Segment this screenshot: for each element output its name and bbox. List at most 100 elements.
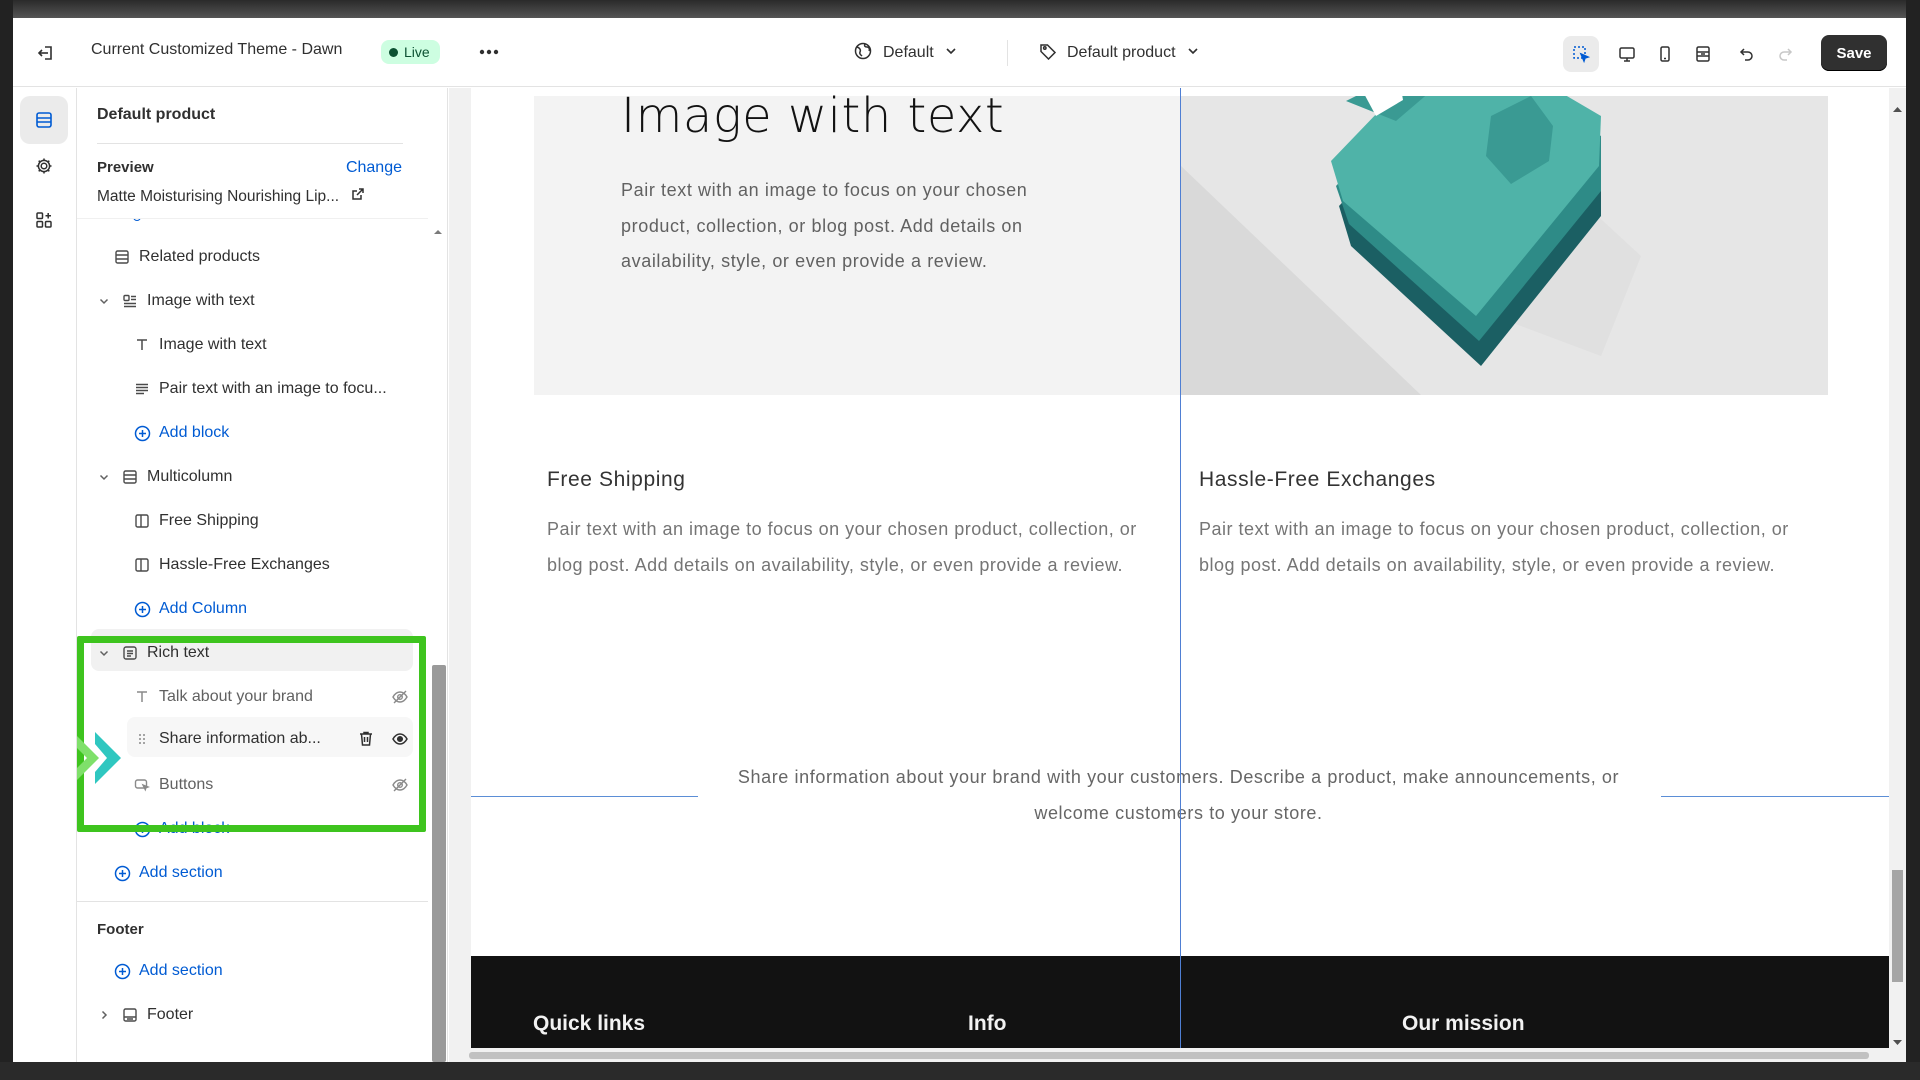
live-dot-icon xyxy=(389,47,398,57)
full-width-icon[interactable] xyxy=(1685,36,1721,72)
desktop-icon[interactable] xyxy=(1609,36,1645,72)
eye-icon[interactable] xyxy=(391,730,409,753)
trash-icon[interactable] xyxy=(358,730,374,753)
eye-off-icon[interactable] xyxy=(391,688,409,711)
window-frame-left xyxy=(0,0,13,1080)
chevron-right-icon[interactable] xyxy=(97,1008,111,1022)
plus-circle-icon xyxy=(133,600,151,618)
sections-icon[interactable] xyxy=(20,96,68,144)
globe-icon xyxy=(853,41,873,66)
text-icon xyxy=(133,336,151,354)
eye-off-icon[interactable] xyxy=(391,776,409,799)
image-with-text-heading: Image with text xyxy=(621,88,1005,144)
column-free-shipping[interactable]: Free Shipping xyxy=(133,503,259,539)
gear-icon[interactable] xyxy=(20,142,68,190)
chevron-down-icon[interactable] xyxy=(97,470,111,484)
scroll-up-arrow-icon[interactable] xyxy=(431,224,445,234)
redo-icon[interactable] xyxy=(1767,36,1803,72)
scroll-down-arrow-icon[interactable] xyxy=(1892,1034,1903,1052)
inspector-icon[interactable] xyxy=(1563,36,1599,72)
footer-group-heading: Footer xyxy=(97,921,144,938)
rich-text-guide-left xyxy=(471,796,698,797)
block-label: Share information ab... xyxy=(159,730,321,747)
multicolumn-body-2: Pair text with an image to focus on your… xyxy=(1199,519,1789,575)
window-frame-bottom xyxy=(0,1062,1920,1080)
block-label: Buttons xyxy=(159,776,214,793)
group-divider xyxy=(77,901,428,902)
window-frame-top xyxy=(0,0,1920,18)
block-label: Image with text xyxy=(159,336,267,353)
column-icon xyxy=(133,556,151,574)
undo-icon[interactable] xyxy=(1729,36,1765,72)
save-button[interactable]: Save xyxy=(1821,35,1887,71)
sidebar-divider xyxy=(97,143,403,144)
section-multicolumn[interactable]: Multicolumn xyxy=(97,459,232,495)
footer-section-icon xyxy=(121,1006,139,1024)
add-block-button[interactable]: Add block xyxy=(133,415,229,451)
image-with-text-body: Pair text with an image to focus on your… xyxy=(621,180,1028,271)
paragraph-icon xyxy=(133,380,151,398)
theme-title: Current Customized Theme - Dawn xyxy=(91,41,343,58)
theme-selector[interactable]: Default xyxy=(853,38,958,68)
preview-horizontal-scrollbar-thumb[interactable] xyxy=(469,1052,1869,1059)
change-preview-link[interactable]: Change xyxy=(346,159,402,177)
column-label: Free Shipping xyxy=(159,512,259,529)
plus-circle-icon xyxy=(133,820,151,838)
multicolumn-body-1: Pair text with an image to focus on your… xyxy=(547,519,1137,575)
add-section-button[interactable]: Add section xyxy=(113,855,223,891)
app-embeds-icon[interactable] xyxy=(20,196,68,244)
section-icon xyxy=(113,248,131,266)
text-icon xyxy=(133,688,151,706)
exit-icon[interactable] xyxy=(33,40,59,66)
section-related-products[interactable]: Related products xyxy=(113,239,260,275)
section-image-with-text[interactable]: Image with text xyxy=(97,283,255,319)
block-share-information[interactable]: Share information ab... xyxy=(133,721,413,757)
image-with-text-image[interactable] xyxy=(1181,96,1828,395)
section-label: Footer xyxy=(147,1006,194,1023)
section-footer[interactable]: Footer xyxy=(97,997,193,1033)
rich-text-body[interactable]: Share information about your brand with … xyxy=(701,760,1656,831)
more-actions-icon[interactable] xyxy=(475,38,503,66)
tag-icon xyxy=(1039,42,1057,65)
window-frame-right xyxy=(1906,0,1920,1080)
chevron-down-icon[interactable] xyxy=(97,294,111,308)
add-column-button[interactable]: Add Column xyxy=(133,591,247,627)
plus-circle-icon xyxy=(113,962,131,980)
sidebar-scrollbar-thumb[interactable] xyxy=(432,665,446,1062)
preview-scrollbar-thumb[interactable] xyxy=(1892,870,1903,982)
chevron-down-icon[interactable] xyxy=(97,646,111,660)
toolbar-divider xyxy=(1007,40,1008,66)
template-selector[interactable]: Default product xyxy=(1039,38,1200,68)
sections-sidebar: Default product Preview Change Matte Moi… xyxy=(77,88,448,1062)
icon-rail xyxy=(13,88,77,1062)
preview-label: Preview xyxy=(97,159,154,176)
add-section-label: Add section xyxy=(139,864,223,881)
scroll-up-arrow-icon[interactable] xyxy=(1892,100,1903,118)
external-link-icon[interactable] xyxy=(351,187,365,206)
multicolumn-title-2: Hassle-Free Exchanges xyxy=(1199,468,1436,491)
add-block-label: Add block xyxy=(159,820,230,837)
preview-product-name: Matte Moisturising Nourishing Lip... xyxy=(97,187,340,205)
rich-text-guide-right xyxy=(1661,796,1889,797)
storefront-preview: Image with text Pair text with an image … xyxy=(471,88,1889,1062)
section-tree: Related products Image with text Image w… xyxy=(77,218,428,1062)
footer-col-info: Info xyxy=(968,1012,1007,1035)
section-label: Image with text xyxy=(147,292,255,309)
block-talk-about-brand[interactable]: Talk about your brand xyxy=(133,679,413,715)
preview-canvas: Image with text Pair text with an image … xyxy=(449,88,1906,1062)
block-heading[interactable]: Image with text xyxy=(133,327,267,363)
column-hassle-free-exchanges[interactable]: Hassle-Free Exchanges xyxy=(133,547,330,583)
column-label: Hassle-Free Exchanges xyxy=(159,556,330,573)
theme-selector-label: Default xyxy=(883,44,934,61)
mobile-icon[interactable] xyxy=(1647,36,1683,72)
top-bar: Current Customized Theme - Dawn Live Def… xyxy=(13,18,1906,87)
plus-circle-icon xyxy=(133,424,151,442)
preview-tools xyxy=(1563,35,1803,73)
block-buttons[interactable]: Buttons xyxy=(133,767,413,803)
template-selector-label: Default product xyxy=(1067,44,1176,61)
live-badge-label: Live xyxy=(404,44,430,60)
add-block-button[interactable]: Add block xyxy=(133,811,229,847)
section-rich-text[interactable]: Rich text xyxy=(97,635,209,671)
block-text[interactable]: Pair text with an image to focu... xyxy=(133,371,387,407)
footer-add-section-button[interactable]: Add section xyxy=(113,953,223,989)
